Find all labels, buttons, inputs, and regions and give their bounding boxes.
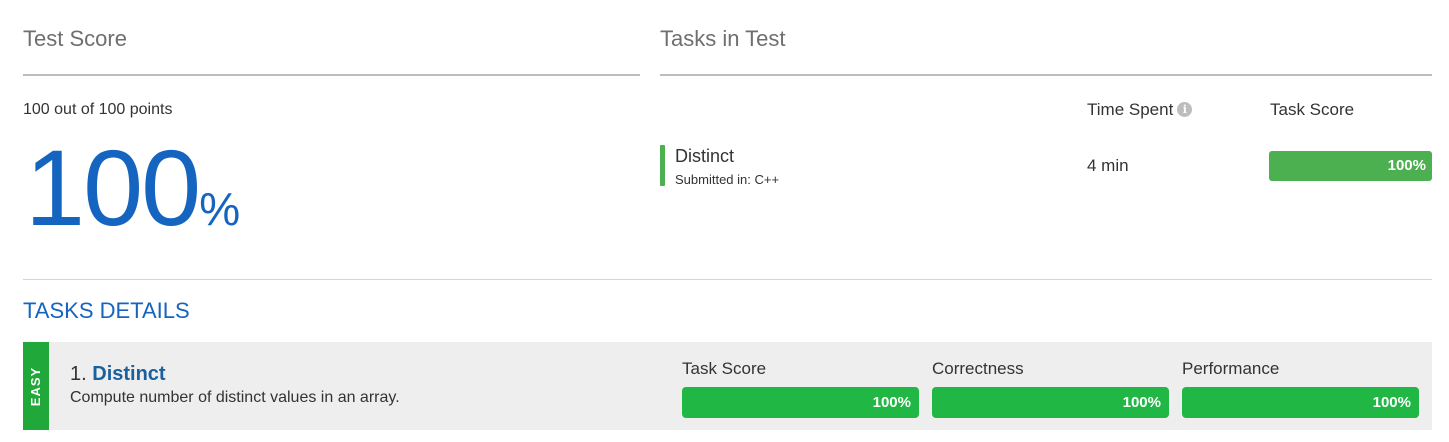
test-score-divider: [23, 74, 640, 76]
metric-task-score-bar: 100%: [682, 387, 919, 418]
metric-correctness-label: Correctness: [932, 359, 1024, 378]
task-detail-description: Compute number of distinct values in an …: [70, 389, 400, 406]
task-detail-title: 1. Distinct: [70, 363, 166, 386]
info-icon[interactable]: i: [1177, 102, 1193, 117]
time-spent-label: Time Spent: [1087, 100, 1174, 119]
section-divider: [23, 279, 1432, 280]
difficulty-label: EASY: [28, 366, 44, 406]
overall-score: 100%: [25, 134, 240, 242]
task-detail-number: 1.: [70, 363, 87, 385]
task-row-language: Submitted in: C++: [675, 172, 780, 187]
test-score-heading: Test Score: [23, 26, 127, 51]
task-row-score-bar: 100%: [1269, 151, 1432, 181]
metric-correctness-bar: 100%: [932, 387, 1169, 418]
metric-performance-bar: 100%: [1182, 387, 1419, 418]
task-detail-link[interactable]: Distinct: [92, 363, 165, 385]
task-score-header: Task Score: [1270, 100, 1355, 119]
task-row-time-spent: 4 min: [1087, 156, 1129, 175]
tasks-details-heading: TASKS DETAILS: [23, 298, 190, 323]
points-summary: 100 out of 100 points: [23, 101, 173, 118]
task-status-accent: [660, 145, 665, 186]
difficulty-badge: EASY: [23, 342, 49, 430]
task-detail-card: EASY 1. Distinct Compute number of disti…: [23, 342, 1432, 430]
task-row[interactable]: Distinct Submitted in: C++ 4 min 100%: [660, 145, 1432, 187]
task-row-name[interactable]: Distinct: [675, 146, 734, 167]
metric-task-score-label: Task Score: [682, 359, 767, 378]
time-spent-header: Time Spent i: [1087, 100, 1193, 120]
overall-score-percent-sign: %: [199, 183, 241, 235]
tasks-in-test-divider: [660, 74, 1432, 76]
tasks-in-test-heading: Tasks in Test: [660, 26, 786, 51]
overall-score-value: 100: [25, 127, 201, 248]
metric-performance-label: Performance: [1182, 359, 1280, 378]
